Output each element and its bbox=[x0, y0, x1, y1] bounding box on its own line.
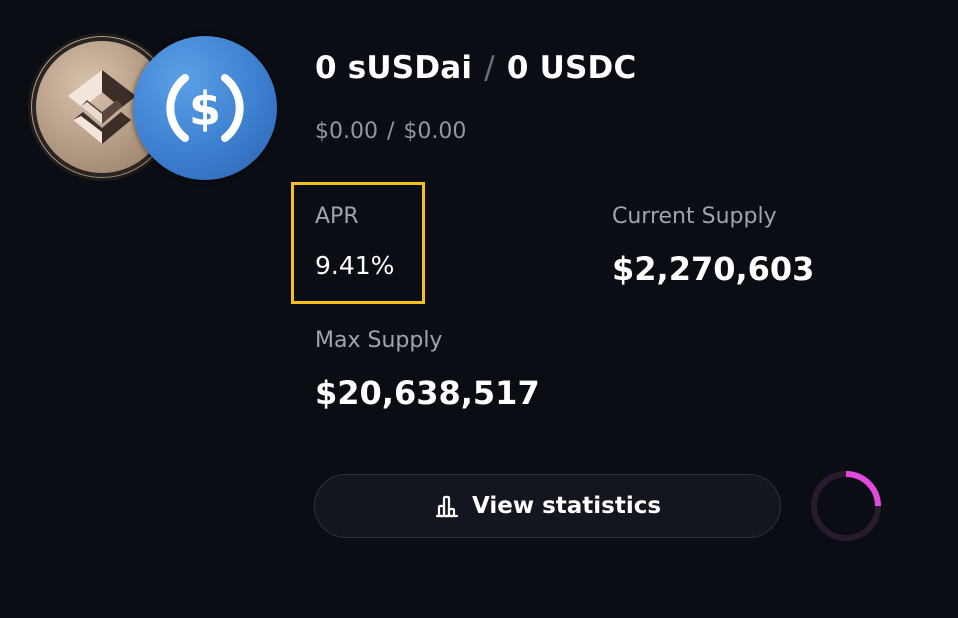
token-b-usd: $0.00 bbox=[403, 119, 467, 144]
token-b-amount: 0 USDC bbox=[506, 50, 637, 86]
pair-amounts: 0 sUSDai / 0 USDC bbox=[315, 50, 636, 86]
pool-card: $ 0 sUSDai/0 USDC $0.00/$0.00 APR 9.41% … bbox=[0, 0, 958, 618]
apr-value: 9.41% bbox=[315, 251, 395, 280]
max-supply-value: $20,638,517 bbox=[315, 374, 540, 412]
pair-usd-values: $0.00 / $0.00 bbox=[315, 119, 466, 144]
current-supply-value: $2,270,603 bbox=[612, 250, 815, 288]
token-a-usd: $0.00 bbox=[315, 119, 378, 144]
pair-separator: / bbox=[484, 50, 495, 86]
current-supply-label: Current Supply bbox=[612, 204, 777, 229]
loading-spinner bbox=[808, 468, 884, 544]
view-statistics-label: View statistics bbox=[471, 493, 662, 519]
max-supply-label: Max Supply bbox=[315, 328, 443, 353]
token-a-amount: 0 sUSDai bbox=[315, 50, 473, 86]
usdc-token-icon: $ bbox=[133, 36, 277, 180]
svg-text:$: $ bbox=[189, 82, 221, 136]
usd-separator: / bbox=[386, 119, 395, 144]
bar-chart-icon bbox=[434, 493, 460, 519]
apr-label: APR bbox=[315, 204, 359, 229]
apr-highlight-box bbox=[291, 182, 425, 304]
view-statistics-button[interactable]: View statistics bbox=[314, 474, 781, 538]
